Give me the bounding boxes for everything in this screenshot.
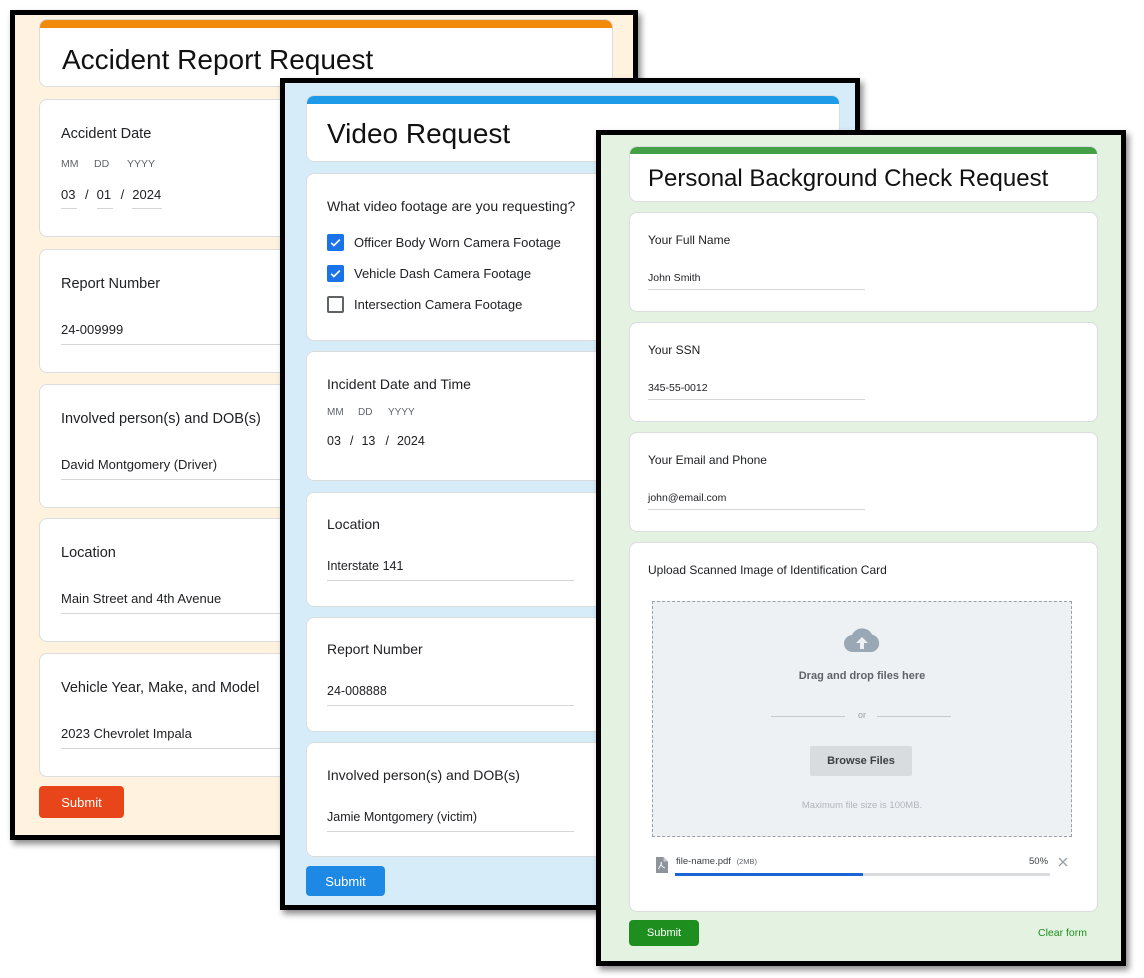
day-input[interactable]: 01	[96, 187, 113, 209]
checkbox-label: Officer Body Worn Camera Footage	[354, 235, 561, 250]
page-title: Personal Background Check Request	[648, 165, 1049, 192]
upload-card: Upload Scanned Image of Identification C…	[629, 542, 1098, 912]
submit-button[interactable]: Submit	[629, 920, 699, 946]
date-field-labels: MM DD YYYY	[327, 407, 415, 418]
or-divider-right	[877, 716, 951, 717]
checkbox-checked[interactable]	[327, 265, 344, 282]
page-title: Accident Report Request	[62, 44, 374, 75]
checkbox-intersection-camera[interactable]: Intersection Camera Footage	[327, 296, 522, 313]
pdf-file-icon	[656, 857, 668, 873]
cloud-upload-icon	[843, 628, 880, 653]
date-separator: /	[385, 434, 389, 448]
date-separator: /	[350, 434, 354, 448]
question-label: Location	[61, 545, 116, 561]
accent-bar	[630, 147, 1097, 154]
question-label: Your SSN	[648, 343, 701, 357]
checkbox-unchecked[interactable]	[327, 296, 344, 313]
day-input[interactable]: 13	[361, 434, 377, 454]
date-separator: /	[85, 187, 89, 202]
month-label: MM	[61, 158, 79, 170]
date-input: 03 / 01 / 2024	[61, 187, 163, 209]
or-text: or	[857, 710, 866, 720]
question-label: Involved person(s) and DOB(s)	[327, 767, 520, 783]
browse-files-button[interactable]: Browse Files	[810, 746, 912, 776]
upload-progress-bar	[675, 873, 1050, 876]
page-title: Video Request	[327, 118, 511, 149]
submit-button[interactable]: Submit	[39, 786, 124, 818]
date-field-labels: MM DD YYYY	[61, 158, 155, 170]
upload-progress-fill	[675, 873, 863, 876]
checkbox-dash-camera[interactable]: Vehicle Dash Camera Footage	[327, 265, 531, 282]
year-input[interactable]: 2024	[397, 434, 427, 454]
question-label: Upload Scanned Image of Identification C…	[648, 563, 887, 577]
clear-form-button[interactable]: Clear form	[1038, 927, 1087, 939]
file-size: (2MB)	[736, 857, 757, 866]
accent-bar	[40, 20, 612, 28]
checkbox-label: Intersection Camera Footage	[354, 297, 523, 312]
year-label: YYYY	[127, 158, 156, 170]
question-label: Incident Date and Time	[327, 376, 471, 392]
accent-bar	[307, 96, 839, 104]
max-size-text: Maximum file size is 100MB.	[801, 800, 923, 811]
submit-button[interactable]: Submit	[306, 866, 385, 896]
question-label: Your Email and Phone	[648, 453, 767, 467]
check-icon	[330, 238, 341, 247]
month-label: MM	[327, 407, 344, 418]
question-label: Vehicle Year, Make, and Model	[61, 680, 260, 696]
report-number-input[interactable]: 24-008888	[327, 684, 574, 706]
contact-input[interactable]: john@email.com	[648, 492, 865, 510]
day-label: DD	[358, 407, 373, 418]
question-label: Report Number	[61, 276, 161, 292]
year-input[interactable]: 2024	[132, 187, 163, 209]
ssn-card: Your SSN 345-55-0012	[629, 322, 1098, 422]
drop-instructions: Drag and drop files here	[798, 670, 926, 682]
checkbox-body-camera[interactable]: Officer Body Worn Camera Footage	[327, 234, 561, 251]
ssn-input[interactable]: 345-55-0012	[648, 382, 865, 400]
file-name-text: file-name.pdf	[676, 856, 731, 867]
question-label: Involved person(s) and DOB(s)	[61, 411, 261, 427]
question-label: Accident Date	[61, 126, 152, 142]
background-title-card: Personal Background Check Request	[629, 146, 1098, 202]
background-check-window: Personal Background Check Request Your F…	[596, 130, 1126, 966]
file-name: file-name.pdf (2MB)	[676, 856, 757, 867]
month-input[interactable]: 03	[61, 187, 77, 209]
year-label: YYYY	[388, 407, 415, 418]
check-icon	[330, 269, 341, 278]
location-input[interactable]: Interstate 141	[327, 559, 574, 581]
involved-persons-input[interactable]: Jamie Montgomery (victim)	[327, 810, 574, 832]
upload-progress-text: 50%	[1029, 856, 1049, 867]
date-input: 03 / 13 / 2024	[327, 434, 427, 454]
close-icon	[1058, 857, 1068, 867]
accident-title-card: Accident Report Request	[39, 19, 613, 87]
question-label: Report Number	[327, 641, 423, 657]
checkbox-checked[interactable]	[327, 234, 344, 251]
question-label: Location	[327, 516, 380, 532]
contact-card: Your Email and Phone john@email.com	[629, 432, 1098, 532]
day-label: DD	[94, 158, 110, 170]
file-drop-zone[interactable]: Drag and drop files here or Browse Files…	[652, 601, 1072, 837]
question-label: What video footage are you requesting?	[327, 198, 576, 214]
date-separator: /	[120, 187, 125, 202]
checkbox-label: Vehicle Dash Camera Footage	[354, 266, 532, 281]
cancel-upload-button[interactable]	[1056, 855, 1070, 869]
month-input[interactable]: 03	[327, 434, 342, 454]
full-name-input[interactable]: John Smith	[648, 272, 865, 290]
question-label: Your Full Name	[648, 233, 731, 247]
full-name-card: Your Full Name John Smith	[629, 212, 1098, 312]
